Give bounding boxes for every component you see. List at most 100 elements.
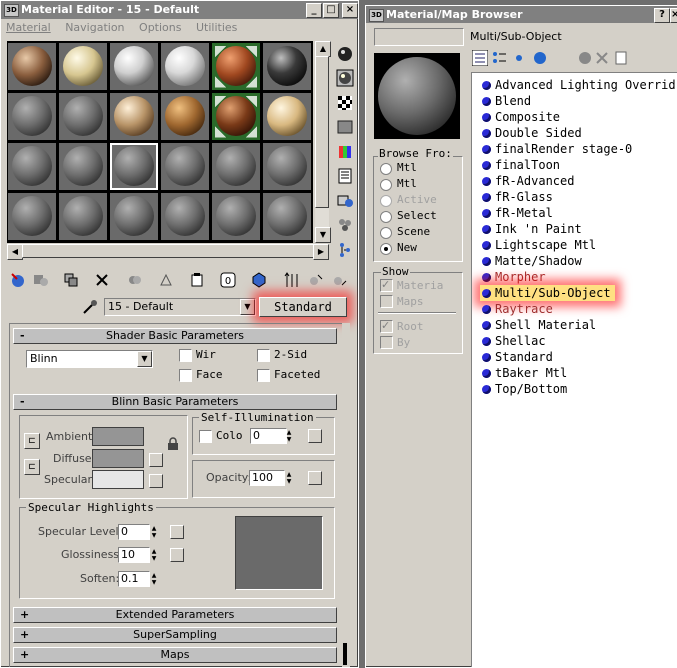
face-map-checkbox[interactable]	[179, 369, 192, 382]
list-item[interactable]: Standard	[482, 349, 553, 365]
copy-material-icon[interactable]	[126, 271, 144, 289]
sample-slot[interactable]	[110, 193, 158, 240]
browse-new-radio[interactable]	[380, 243, 392, 255]
reset-map-icon[interactable]	[93, 271, 111, 289]
sample-uv-tiling-icon[interactable]	[336, 118, 354, 136]
sample-slot[interactable]	[8, 93, 56, 140]
list-item[interactable]: finalRender stage-0	[482, 141, 632, 157]
specular-level-spinner-icon[interactable]: ▲ ▼	[150, 525, 158, 539]
list-item[interactable]: Advanced Lighting Overrid	[482, 77, 676, 93]
ambient-color-swatch[interactable]	[92, 427, 144, 446]
sample-slot[interactable]	[161, 193, 209, 240]
material-effects-channel-icon[interactable]: 0	[219, 271, 237, 289]
material-navigator-icon[interactable]	[336, 241, 354, 259]
root-only-checkbox[interactable]	[380, 319, 393, 333]
make-preview-icon[interactable]	[336, 167, 354, 185]
scroll-thumb[interactable]	[315, 56, 329, 208]
show-end-result-icon[interactable]	[283, 271, 301, 289]
diffuse-map-button[interactable]	[149, 453, 163, 467]
params-scrollbar[interactable]	[342, 323, 350, 667]
browse-active-slot-radio[interactable]	[380, 195, 392, 207]
list-item[interactable]: Double Sided	[482, 125, 582, 141]
put-to-library-icon[interactable]	[188, 271, 206, 289]
put-material-to-scene-icon[interactable]	[32, 271, 50, 289]
shader-dropdown[interactable]: Blinn ▼	[26, 350, 153, 368]
list-item[interactable]: Matte/Shadow	[482, 253, 582, 269]
material-type-list[interactable]: Advanced Lighting Overrid Blend Composit…	[471, 72, 677, 667]
list-item[interactable]: fR-Metal	[482, 205, 553, 221]
assign-material-icon[interactable]	[62, 271, 80, 289]
select-by-material-icon[interactable]	[336, 216, 354, 234]
browser-titlebar[interactable]: 3D Material/Map Browser	[366, 6, 677, 23]
sample-slot[interactable]	[161, 43, 209, 90]
sample-slot[interactable]	[212, 193, 260, 240]
specular-level-map-button[interactable]	[170, 525, 184, 539]
menu-options[interactable]: Options	[139, 21, 181, 34]
browser-search-field[interactable]	[374, 28, 464, 46]
list-item[interactable]: Blend	[482, 93, 531, 109]
sample-type-sphere-icon[interactable]	[336, 45, 354, 63]
make-unique-icon[interactable]	[157, 271, 175, 289]
browser-close-button[interactable]: ×	[670, 8, 677, 23]
sample-slot[interactable]	[8, 193, 56, 240]
scroll-thumb[interactable]	[22, 244, 314, 258]
scroll-left-arrow-icon[interactable]: ◀	[7, 244, 23, 260]
specular-color-swatch[interactable]	[92, 470, 144, 489]
video-color-check-icon[interactable]	[336, 143, 354, 161]
list-item[interactable]: Raytrace	[482, 301, 553, 317]
opacity-spinner-icon[interactable]: ▲ ▼	[285, 471, 293, 485]
by-object-checkbox[interactable]	[380, 336, 393, 349]
sample-slot[interactable]	[161, 143, 209, 190]
browse-scene-radio[interactable]	[380, 227, 392, 239]
show-materials-checkbox[interactable]	[380, 278, 393, 292]
clear-library-icon[interactable]	[613, 50, 629, 66]
sample-slot[interactable]	[263, 43, 311, 90]
opacity-value-field[interactable]: 100	[249, 470, 285, 486]
show-map-in-viewport-icon[interactable]	[250, 271, 268, 289]
maximize-button[interactable]: □	[323, 3, 339, 18]
faceted-checkbox[interactable]	[257, 369, 270, 382]
list-item[interactable]: Lightscape Mtl	[482, 237, 596, 253]
menu-navigation[interactable]: Navigation	[65, 21, 124, 34]
soften-spinner-icon[interactable]: ▲ ▼	[150, 572, 158, 586]
self-illum-map-button[interactable]	[308, 429, 322, 443]
slots-horizontal-scrollbar[interactable]: ◀ ▶	[7, 244, 329, 260]
self-illum-spinner-icon[interactable]: ▲ ▼	[285, 429, 293, 443]
specular-level-field[interactable]: 0	[118, 524, 150, 540]
list-item[interactable]: Shellac	[482, 333, 546, 349]
sample-slot[interactable]	[263, 193, 311, 240]
self-illum-color-checkbox[interactable]	[199, 430, 212, 443]
options-icon[interactable]	[336, 192, 354, 210]
sample-slot[interactable]	[59, 193, 107, 240]
list-item-selected[interactable]: Multi/Sub-Object	[480, 285, 615, 301]
close-button[interactable]: ×	[342, 3, 358, 18]
glossiness-map-button[interactable]	[170, 548, 184, 562]
sample-slot[interactable]	[110, 93, 158, 140]
sample-slot[interactable]	[263, 93, 311, 140]
update-scene-materials-icon[interactable]	[577, 50, 593, 66]
view-list-icons-icon[interactable]	[491, 50, 507, 66]
material-editor-titlebar[interactable]: 3D Material Editor - 15 - Default	[1, 1, 358, 19]
browser-help-button[interactable]: ?	[654, 8, 670, 23]
list-item[interactable]: Shell Material	[482, 317, 596, 333]
opacity-map-button[interactable]	[308, 471, 322, 485]
sample-slot[interactable]	[110, 43, 158, 90]
list-item[interactable]: Ink 'n Paint	[482, 221, 582, 237]
shader-basic-parameters-rollout[interactable]: - Shader Basic Parameters	[13, 328, 337, 344]
browse-mtl-editor-radio[interactable]	[380, 179, 392, 191]
self-illum-value-field[interactable]: 0	[250, 428, 287, 444]
view-small-icons-icon[interactable]	[513, 52, 525, 64]
delete-from-library-icon[interactable]	[594, 50, 610, 66]
sample-slot[interactable]	[161, 93, 209, 140]
list-item[interactable]: Morpher	[482, 269, 546, 285]
sample-slot[interactable]	[59, 93, 107, 140]
view-large-icons-icon[interactable]	[532, 50, 548, 66]
wire-checkbox[interactable]	[179, 349, 192, 362]
sample-slot[interactable]	[263, 143, 311, 190]
extended-parameters-rollout[interactable]: + Extended Parameters	[13, 607, 337, 623]
soften-field[interactable]: 0.1	[118, 571, 150, 587]
sample-slot[interactable]	[212, 43, 260, 90]
sample-slot-selected[interactable]	[110, 143, 158, 190]
diffuse-color-swatch[interactable]	[92, 449, 144, 468]
sample-slot[interactable]	[59, 143, 107, 190]
